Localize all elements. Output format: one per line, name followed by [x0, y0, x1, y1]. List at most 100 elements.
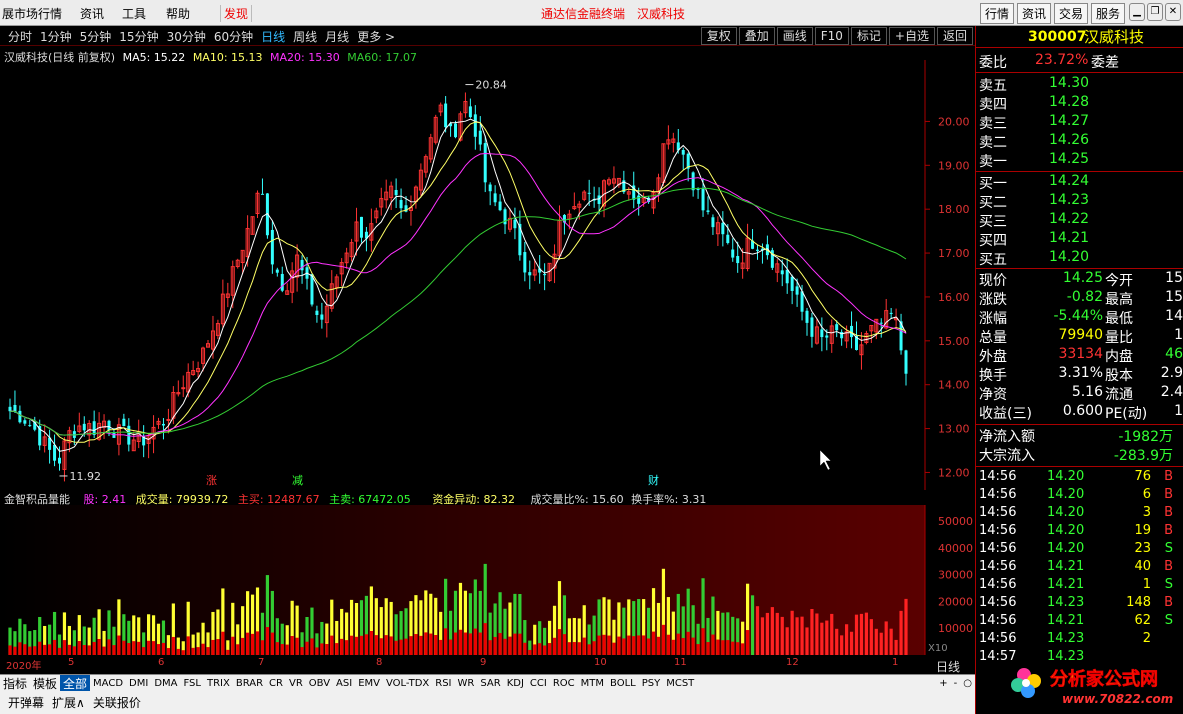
volume-bar-main — [147, 640, 151, 655]
stock-name: 汉威科技 — [1084, 28, 1145, 46]
ask-level-label: 卖二 — [979, 135, 1007, 151]
close-icon[interactable]: ✕ — [1165, 3, 1181, 21]
draw-line-button[interactable]: 画线 — [776, 27, 813, 45]
volume-bar-main — [102, 646, 106, 655]
danmu-toggle[interactable]: 开弹幕 — [8, 694, 44, 711]
tab-dma[interactable]: DMA — [151, 678, 180, 689]
period-fenshi[interactable]: 分时 — [8, 28, 32, 45]
date-label: 2020年 — [6, 661, 42, 672]
tab-macd[interactable]: MACD — [90, 678, 126, 689]
quote-label: 外盘 — [979, 349, 1007, 365]
tab-wr[interactable]: WR — [455, 678, 478, 689]
tab-roc[interactable]: ROC — [550, 678, 578, 689]
candle-body — [315, 310, 319, 315]
circle-icon[interactable]: ○ — [960, 678, 975, 689]
volume-bar — [765, 612, 769, 655]
zoom-in-icon[interactable]: + — [936, 678, 950, 689]
tick-price: 14.21 — [1047, 613, 1085, 628]
related-quotes-button[interactable]: 关联报价 — [93, 694, 141, 711]
menu-help[interactable]: 帮助 — [166, 5, 190, 22]
menu-discover[interactable]: 发现 — [220, 5, 253, 22]
volume-bar-main — [181, 650, 185, 655]
tab-template[interactable]: 模板 — [30, 675, 60, 692]
volume-bar-main — [340, 638, 344, 655]
tab-kdj[interactable]: KDJ — [504, 678, 527, 689]
expand-button[interactable]: 扩展∧ — [52, 694, 85, 711]
tab-dmi[interactable]: DMI — [126, 678, 151, 689]
quote-row: 换手 3.31% 股本 2.9 — [979, 365, 1183, 384]
zoom-out-icon[interactable]: - — [951, 678, 961, 689]
tab-service[interactable]: 服务 — [1090, 3, 1125, 24]
tab-cci[interactable]: CCI — [527, 678, 550, 689]
quote-row: 总量 79940 量比 1 — [979, 327, 1183, 346]
add-favorite-button[interactable]: +自选 — [888, 27, 935, 45]
tab-trix[interactable]: TRIX — [204, 678, 233, 689]
ask-level-label: 卖一 — [979, 154, 1007, 170]
period-15min[interactable]: 15分钟 — [119, 28, 158, 45]
tab-mtm[interactable]: MTM — [578, 678, 607, 689]
tab-vol-tdx[interactable]: VOL-TDX — [383, 678, 432, 689]
tab-boll[interactable]: BOLL — [607, 678, 639, 689]
quote-value: 46 — [1165, 346, 1183, 362]
volume-bar-main — [741, 643, 745, 655]
back-button[interactable]: 返回 — [936, 27, 973, 45]
period-week[interactable]: 周线 — [293, 28, 317, 45]
weibi-label: 委比 — [979, 55, 1007, 71]
restore-rights-button[interactable]: 复权 — [700, 27, 737, 45]
tab-rsi[interactable]: RSI — [432, 678, 454, 689]
tab-indicator[interactable]: 指标 — [0, 675, 30, 692]
period-30min[interactable]: 30分钟 — [167, 28, 206, 45]
tab-trade[interactable]: 交易 — [1053, 3, 1088, 24]
tab-vr[interactable]: VR — [286, 678, 306, 689]
period-day[interactable]: 日线 — [261, 28, 285, 45]
candlestick-chart[interactable]: 20.00 19.00 18.00 17.00 16.00 15.00 14.00 13.00… — [0, 60, 975, 490]
event-mark[interactable]: 减 — [292, 474, 303, 487]
overlay-button[interactable]: 叠加 — [738, 27, 775, 45]
menu-tools[interactable]: 工具 — [122, 5, 146, 22]
volume-bar-main — [117, 635, 121, 655]
period-1min[interactable]: 1分钟 — [40, 28, 72, 45]
tab-emv[interactable]: EMV — [355, 678, 383, 689]
maximize-icon[interactable]: ❐ — [1147, 3, 1163, 21]
tab-obv[interactable]: OBV — [306, 678, 333, 689]
period-month[interactable]: 月线 — [325, 28, 349, 45]
period-5min[interactable]: 5分钟 — [80, 28, 112, 45]
period-60min[interactable]: 60分钟 — [214, 28, 253, 45]
volume-bar-main — [518, 633, 522, 655]
tab-fsl[interactable]: FSL — [180, 678, 204, 689]
tab-brar[interactable]: BRAR — [233, 678, 266, 689]
tab-psy[interactable]: PSY — [639, 678, 664, 689]
minimize-icon[interactable]: ▁ — [1129, 3, 1145, 21]
volume-bar-main — [221, 631, 225, 655]
bid-level: 买二 14.23 — [979, 192, 1179, 211]
tick-volume: 1 — [1142, 577, 1151, 592]
candle-body — [736, 256, 740, 264]
volume-bar-main — [379, 638, 383, 655]
tab-mcst[interactable]: MCST — [663, 678, 697, 689]
tick-volume: 3 — [1142, 505, 1151, 520]
tab-info[interactable]: 资讯 — [1016, 3, 1051, 24]
tab-all[interactable]: 全部 — [60, 674, 91, 692]
ask-level-label: 卖五 — [979, 78, 1007, 94]
period-more[interactable]: 更多 > — [357, 28, 395, 45]
candle-body — [92, 421, 96, 435]
volume-bar — [755, 606, 760, 655]
tick-row: 14:56 14.21 40 B — [979, 559, 1179, 578]
tab-quote[interactable]: 行情 — [979, 3, 1014, 24]
menu-market[interactable]: 展市场行情 — [2, 5, 62, 22]
tab-sar[interactable]: SAR — [477, 678, 503, 689]
volume-bar-main — [364, 634, 369, 655]
volume-bar-main — [345, 640, 349, 655]
mark-button[interactable]: 标记 — [850, 27, 887, 45]
volume-bar-main — [562, 634, 567, 655]
volume-chart[interactable]: 50000 40000 30000 20000 10000 X10 — [0, 505, 975, 655]
tick-volume: 148 — [1126, 595, 1151, 610]
tab-cr[interactable]: CR — [266, 678, 286, 689]
event-mark[interactable]: 涨 — [206, 474, 217, 487]
candle-body — [275, 269, 279, 273]
menu-news[interactable]: 资讯 — [80, 5, 104, 22]
tab-asi[interactable]: ASI — [333, 678, 355, 689]
f10-button[interactable]: F10 — [814, 27, 849, 45]
event-mark[interactable]: 财 — [648, 473, 659, 487]
tick-time: 14:56 — [979, 613, 1017, 628]
